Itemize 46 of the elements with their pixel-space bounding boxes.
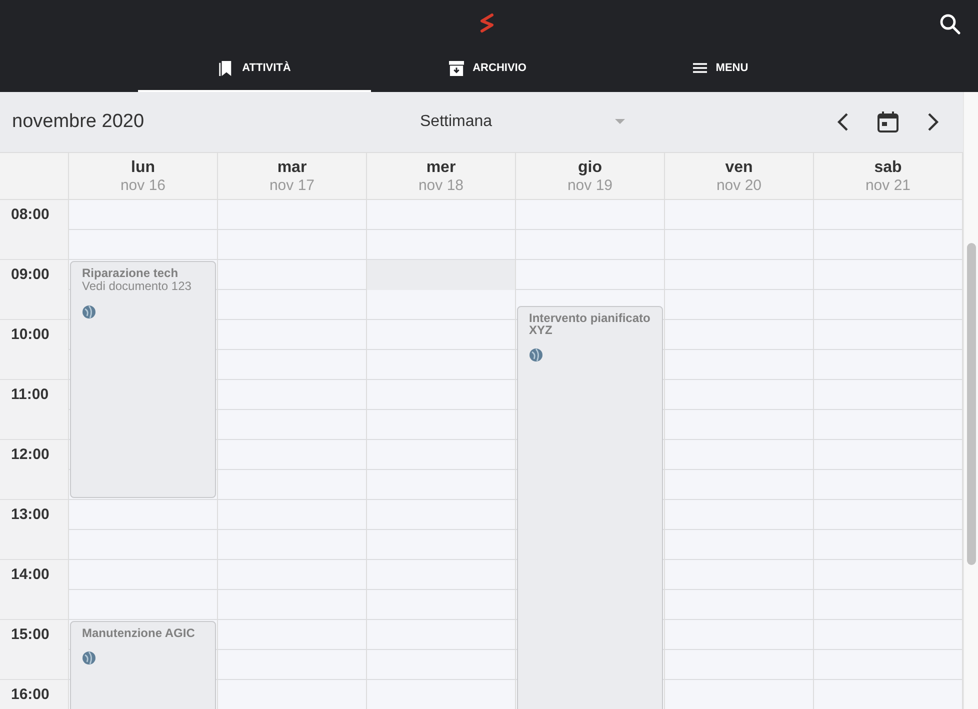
view-dropdown[interactable]: Settimana — [420, 113, 625, 131]
tab[interactable]: ARCHIVIO — [371, 46, 604, 92]
caret-icon — [615, 119, 625, 125]
chevron-right-icon[interactable] — [927, 112, 939, 132]
day-name: mer — [426, 158, 456, 176]
month-title: novembre 2020 — [12, 111, 146, 133]
event-title: Riparazione tech — [82, 267, 180, 279]
time-label: 10:00 — [11, 326, 50, 343]
time-label: 08:00 — [11, 206, 50, 223]
day-date: nov 17 — [269, 176, 315, 194]
tab[interactable]: MENU — [604, 46, 837, 92]
globe-icon — [82, 305, 96, 319]
time-label: 14:00 — [11, 566, 50, 583]
day-date: nov 21 — [865, 176, 911, 194]
globe-icon — [529, 348, 543, 362]
day-header[interactable]: mar nov 17 — [218, 153, 367, 199]
event-subtitle: Vedi documento 123 — [82, 279, 192, 293]
day-header[interactable]: gio nov 19 — [516, 153, 665, 199]
scrollbar[interactable] — [963, 92, 978, 709]
event-title: Manutenzione AGIC — [82, 627, 196, 639]
time-label: 09:00 — [11, 266, 50, 283]
event-title: Intervento pianificato XYZ — [529, 312, 651, 336]
day-name: mar — [277, 158, 307, 176]
globe-icon — [82, 651, 96, 665]
day-name: lun — [131, 158, 155, 176]
day-date: nov 20 — [716, 176, 762, 194]
time-label: 13:00 — [11, 506, 50, 523]
calendar-icon[interactable] — [877, 111, 899, 133]
menu-icon — [692, 62, 707, 74]
day-date: nov 16 — [120, 176, 166, 194]
time-label: 15:00 — [11, 626, 50, 643]
day-name: gio — [578, 158, 602, 176]
archive-icon — [448, 60, 464, 76]
day-date: nov 18 — [418, 176, 464, 194]
day-date: nov 19 — [567, 176, 613, 194]
day-name: sab — [874, 158, 902, 176]
day-name: ven — [725, 158, 753, 176]
time-label: 16:00 — [11, 686, 50, 703]
search-icon[interactable] — [939, 13, 961, 35]
time-label: 12:00 — [11, 446, 50, 463]
day-header[interactable]: lun nov 16 — [69, 153, 218, 199]
day-header[interactable]: ven nov 20 — [665, 153, 814, 199]
time-label: 11:00 — [11, 386, 49, 403]
day-header[interactable]: mer nov 18 — [367, 153, 516, 199]
bookmark-icon — [218, 60, 234, 76]
chevron-left-icon[interactable] — [837, 112, 849, 132]
